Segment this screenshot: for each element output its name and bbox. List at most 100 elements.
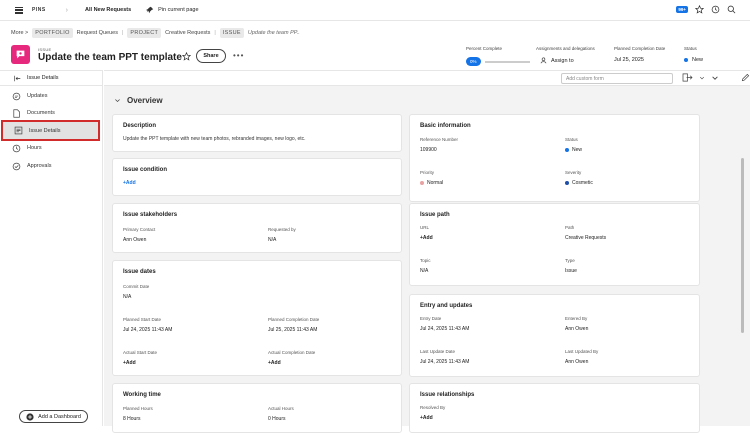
severity-dot	[565, 181, 569, 185]
field-label: URL	[420, 225, 430, 230]
percent-complete: Percent Complete 0%	[466, 46, 530, 66]
field-label: Commit Date	[123, 284, 150, 289]
planned-start-value[interactable]: Jul 24, 2025 11:43 AM	[123, 327, 172, 333]
field-label: Priority	[420, 170, 435, 175]
overview-section-header[interactable]: Overview	[114, 96, 163, 105]
field-label: Topic	[420, 258, 431, 263]
top-bar: PINS › All New Requests Pin current page…	[0, 0, 750, 21]
scrollbar[interactable]	[741, 158, 744, 333]
breadcrumb-creative-requests[interactable]: Creative Requests	[165, 30, 210, 36]
favorite-star-icon[interactable]	[181, 51, 192, 63]
field-label: Planned Completion Date	[268, 317, 320, 322]
planned-hours-value[interactable]: 8 Hours	[123, 416, 153, 422]
card-title: Basic information	[420, 123, 471, 129]
add-condition-link[interactable]: +Add	[123, 180, 136, 186]
add-url-link[interactable]: +Add	[420, 235, 433, 241]
breadcrumb-separator: |	[121, 30, 124, 36]
description-card: Description Update the PPT template with…	[112, 114, 402, 152]
breadcrumb-tag-portfolio: PORTFOLIO	[32, 28, 73, 38]
basic-information-card: Basic information Reference Number 109900…	[409, 114, 700, 202]
field-label: Actual Completion Date	[268, 350, 316, 355]
issue-stakeholders-card: Issue stakeholders Primary Contact Ann Ow…	[112, 203, 402, 253]
status-dot	[684, 58, 688, 62]
path-value[interactable]: Creative Requests	[565, 235, 606, 241]
add-actual-start-link[interactable]: +Add	[123, 360, 157, 366]
breadcrumb-more[interactable]: More >	[11, 30, 28, 36]
type-value: Issue	[565, 268, 577, 274]
sidebar-item-documents[interactable]: Documents	[12, 106, 100, 120]
edit-pencil-icon[interactable]	[741, 73, 750, 82]
planned-completion-value[interactable]: Jul 25, 2025	[614, 57, 665, 63]
entered-by-value[interactable]: Ann Owen	[565, 326, 588, 332]
details-icon	[14, 126, 23, 135]
status-field-value[interactable]: New	[572, 147, 582, 153]
pins-label[interactable]: PINS	[32, 7, 46, 13]
search-icon[interactable]	[727, 5, 736, 14]
add-resolved-by-link[interactable]: +Add	[420, 415, 445, 421]
entry-date-value: Jul 24, 2025 11:43 AM	[420, 326, 470, 332]
recent-history-icon[interactable]	[711, 5, 720, 14]
assignments: Assignments and delegations Assign to	[536, 46, 595, 64]
sidebar-item-approvals[interactable]: Approvals	[12, 159, 100, 173]
sidebar-header[interactable]: Issue Details	[0, 70, 103, 86]
card-title: Description	[123, 123, 157, 129]
primary-contact-value[interactable]: Ann Owen	[123, 237, 155, 243]
breadcrumb-tag-project: PROJECT	[127, 28, 162, 38]
share-button[interactable]: Share	[196, 49, 226, 63]
add-actual-completion-link[interactable]: +Add	[268, 360, 315, 366]
card-title: Issue stakeholders	[123, 212, 178, 218]
collapse-panel-icon[interactable]	[14, 75, 21, 82]
reference-number-value: 109900	[420, 147, 437, 153]
percent-complete-slider[interactable]	[484, 60, 530, 63]
requested-by-value[interactable]: N/A	[268, 237, 296, 243]
card-title: Working time	[123, 392, 161, 398]
planned-completion-date-value[interactable]: Jul 25, 2025 11:43 AM	[268, 327, 319, 333]
entry-and-updates-card: Entry and updates Entry Date Jul 24, 2025…	[409, 294, 700, 377]
sidebar-item-updates[interactable]: Updates	[12, 89, 100, 103]
commit-date-value[interactable]: N/A	[123, 294, 149, 300]
favorites-star-icon[interactable]	[695, 5, 704, 14]
document-icon	[13, 108, 20, 118]
add-dashboard-button[interactable]: Add a Dashboard	[19, 410, 88, 423]
add-custom-form-input[interactable]: Add custom form	[561, 73, 673, 84]
breadcrumb-separator: |	[214, 30, 216, 36]
status-label: Status	[684, 46, 697, 51]
pin-current-page-button[interactable]: Pin current page	[146, 6, 199, 14]
details-toolbar: Add custom form	[104, 70, 750, 86]
card-title: Issue path	[420, 212, 450, 218]
page-title[interactable]: Update the team PPT template	[38, 52, 182, 63]
actual-hours-value[interactable]: 0 Hours	[268, 416, 294, 422]
issue-condition-card: Issue condition +Add	[112, 158, 402, 196]
field-label: Planned Hours	[123, 406, 153, 411]
topic-value[interactable]: N/A	[420, 268, 431, 274]
collapse-all-icon[interactable]	[711, 74, 719, 82]
move-out-icon[interactable]	[682, 73, 693, 82]
pinned-tab-all-new-requests[interactable]: All New Requests	[85, 7, 131, 13]
priority-value[interactable]: Normal	[427, 180, 443, 186]
chat-bubble-icon	[12, 92, 21, 100]
last-updated-by-value[interactable]: Ann Owen	[565, 359, 598, 365]
status-dot	[565, 148, 569, 152]
check-circle-icon	[12, 162, 21, 170]
severity-value[interactable]: Cosmetic	[572, 180, 593, 186]
field-label: Requested by	[268, 227, 296, 232]
sidebar-item-hours[interactable]: Hours	[12, 141, 100, 155]
description-text[interactable]: Update the PPT template with new team ph…	[123, 136, 391, 143]
sidebar-item-issue-details[interactable]: Issue Details	[1, 120, 100, 141]
field-label: Entry Date	[420, 316, 442, 321]
field-label: Primary Contact	[123, 227, 156, 232]
issue-path-card: Issue path URL +Add Path Creative Requests…	[409, 203, 700, 286]
left-sidebar: Issue Details Updates Documents Issue De…	[0, 70, 103, 426]
notifications-badge[interactable]: 99+	[676, 6, 688, 13]
more-actions-icon[interactable]: •••	[233, 51, 244, 60]
menu-icon[interactable]	[15, 6, 23, 14]
percent-complete-value[interactable]: 0%	[466, 57, 481, 66]
status-value[interactable]: New	[692, 57, 703, 63]
breadcrumb-current: Update the team PP..	[247, 30, 300, 36]
chevron-down-icon[interactable]	[699, 75, 705, 81]
assign-to-button[interactable]: Assign to	[551, 58, 574, 64]
breadcrumb-request-queues[interactable]: Request Queues	[77, 30, 118, 36]
breadcrumb: More > PORTFOLIO Request Queues | PROJEC…	[11, 28, 300, 38]
card-title: Issue condition	[123, 167, 168, 173]
sidebar-header-label: Issue Details	[27, 75, 59, 81]
